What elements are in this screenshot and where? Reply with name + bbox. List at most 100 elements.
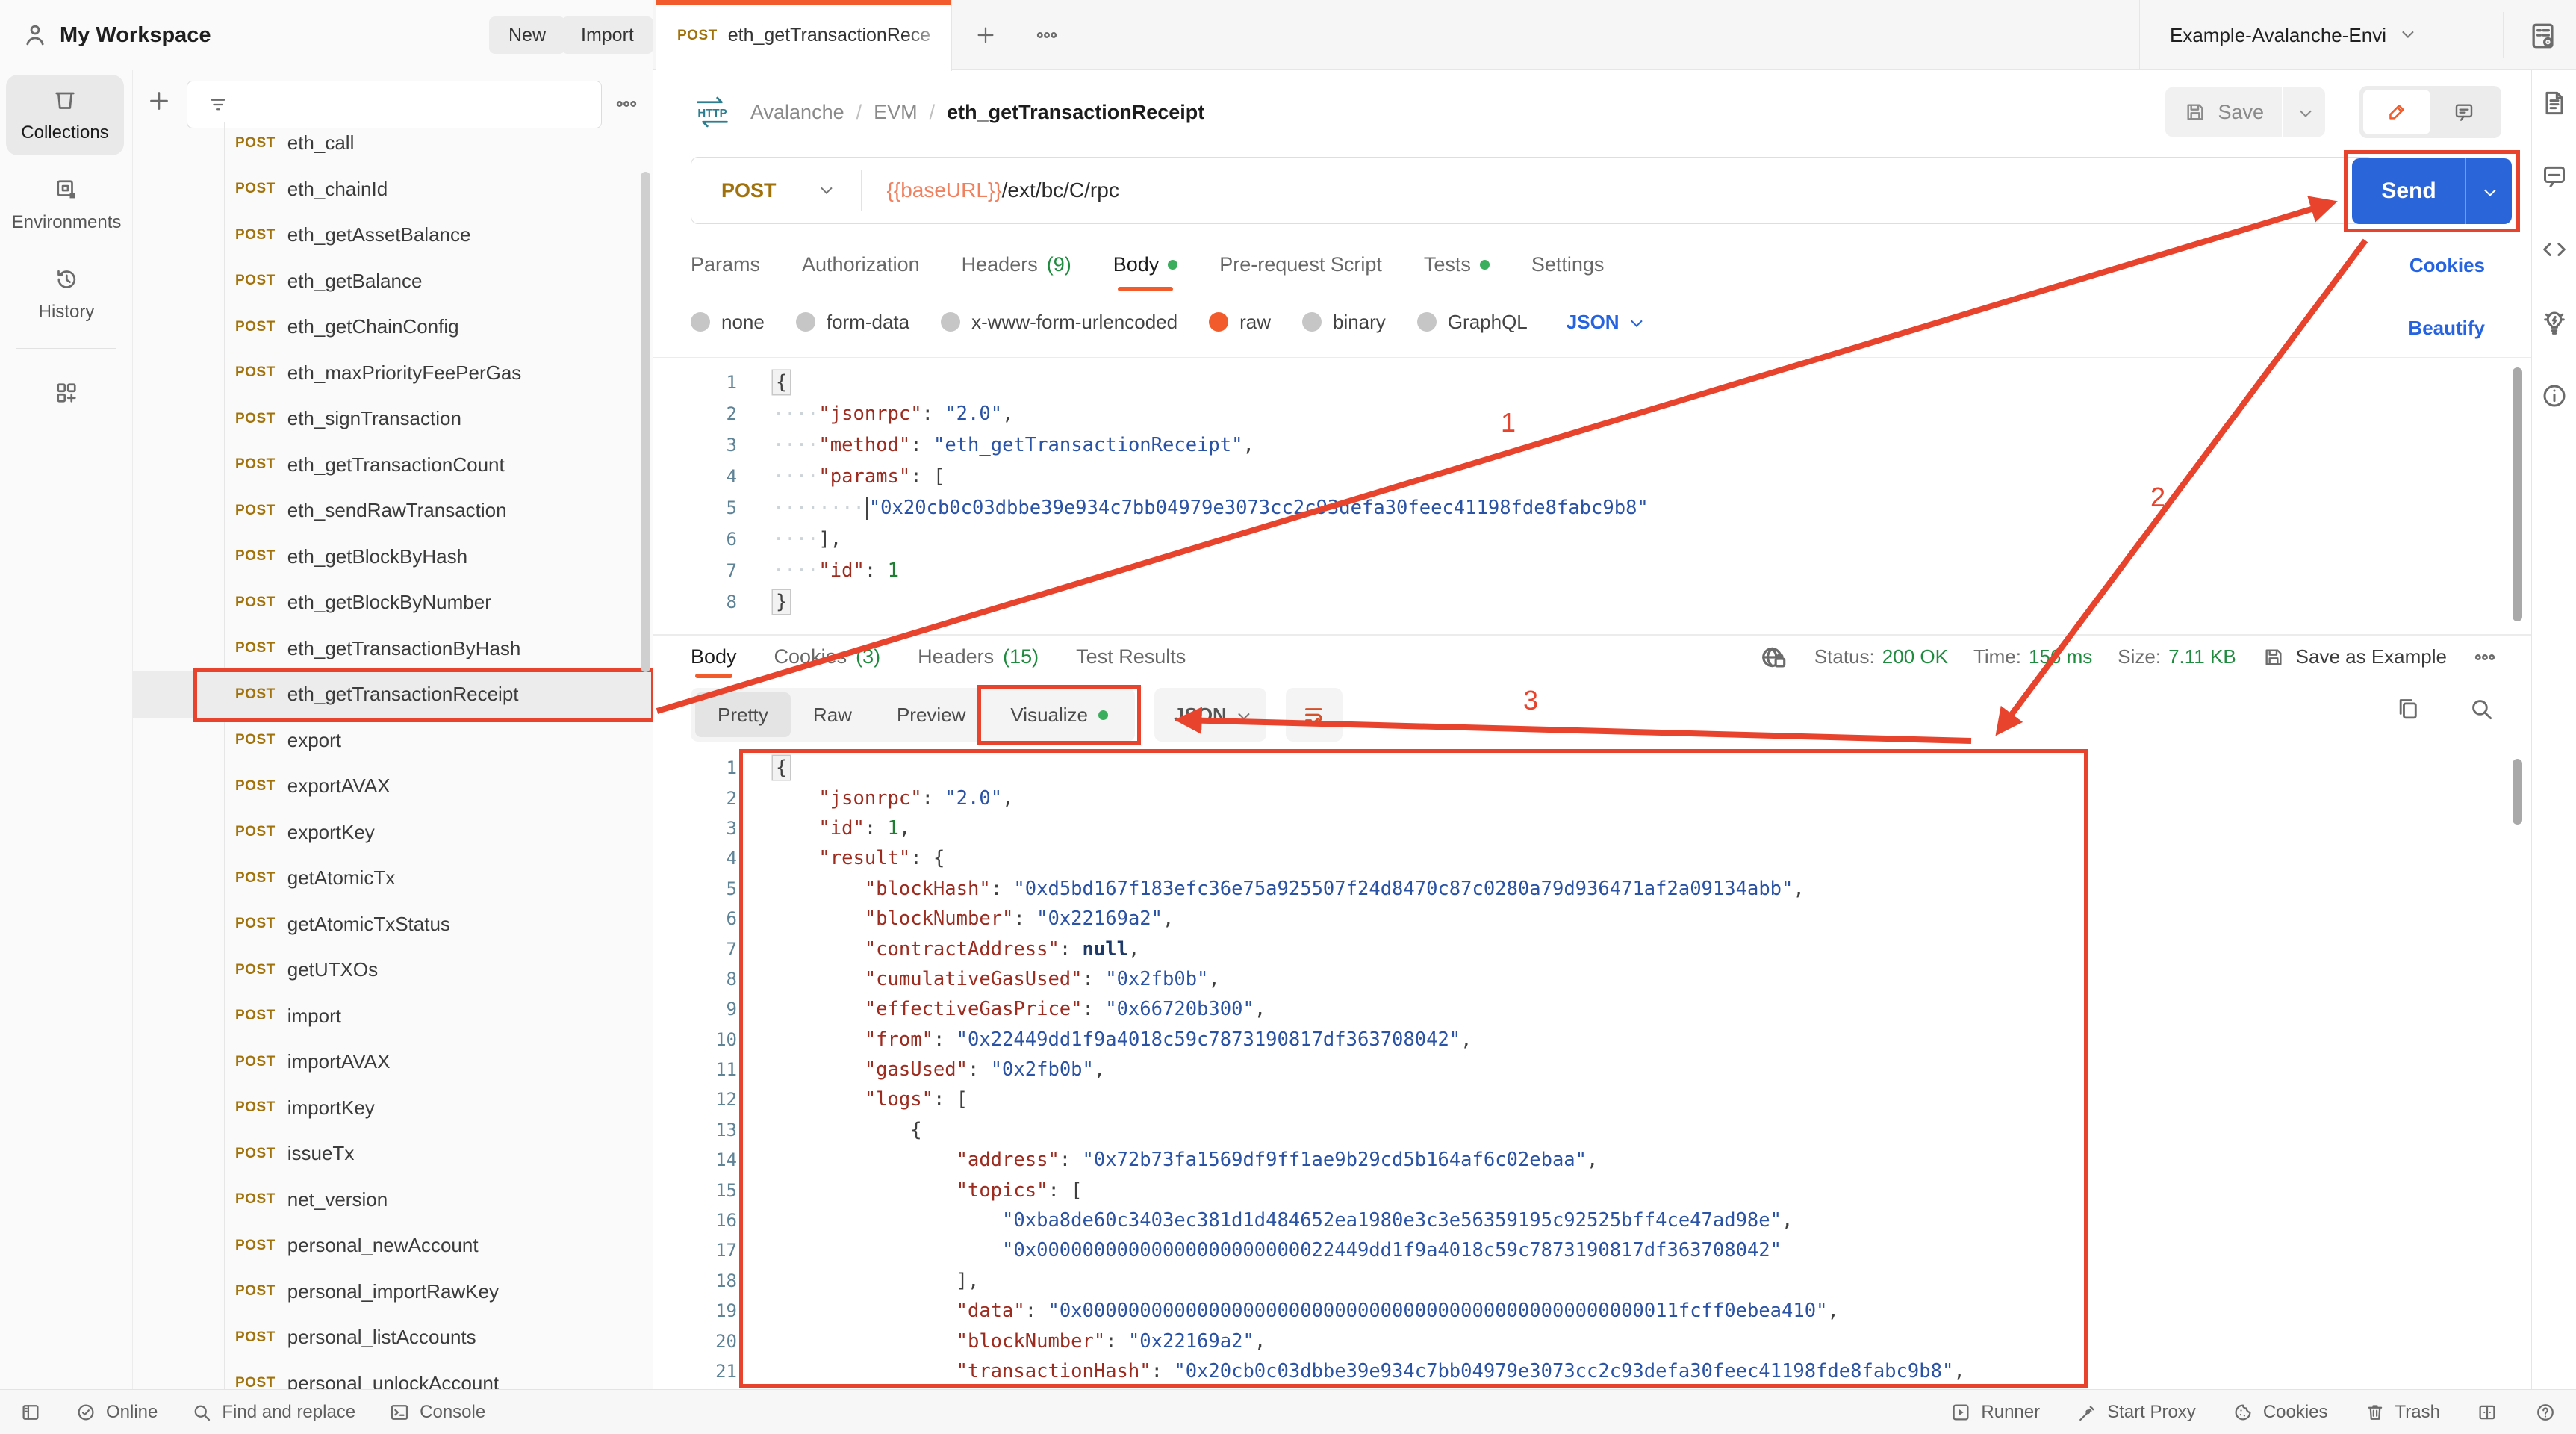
send-button[interactable]: Send bbox=[2352, 158, 2512, 224]
copy-icon[interactable] bbox=[2394, 695, 2422, 723]
add-tab-button[interactable] bbox=[971, 20, 1001, 50]
info-icon[interactable] bbox=[2539, 381, 2569, 411]
request-tab-params[interactable]: Params bbox=[691, 238, 760, 291]
response-format-select[interactable]: JSON bbox=[1154, 688, 1266, 742]
sidebar-request-issueTx[interactable]: POST issueTx bbox=[133, 1131, 653, 1177]
beautify-link[interactable]: Beautify bbox=[2408, 317, 2485, 340]
wrap-lines-button[interactable] bbox=[1285, 688, 1343, 742]
sidebar-request-eth_getBlockByHash[interactable]: POST eth_getBlockByHash bbox=[133, 534, 653, 580]
toggle-sidebar-icon[interactable] bbox=[19, 1401, 42, 1424]
sidebar-request-eth_getTransactionCount[interactable]: POST eth_getTransactionCount bbox=[133, 442, 653, 488]
response-tab-headers[interactable]: Headers (15) bbox=[918, 636, 1039, 678]
environment-selector[interactable]: Example-Avalanche-Environme bbox=[2170, 24, 2386, 47]
response-view-pretty[interactable]: Pretty bbox=[695, 692, 791, 737]
tab-eth-getTransactionReceipt[interactable]: POST eth_getTransactionRece bbox=[656, 0, 952, 71]
sidebar-request-eth_getBlockByNumber[interactable]: POST eth_getBlockByNumber bbox=[133, 580, 653, 626]
sidebar-request-personal_listAccounts[interactable]: POST personal_listAccounts bbox=[133, 1314, 653, 1361]
request-editor-scrollbar[interactable] bbox=[2513, 367, 2522, 621]
new-button[interactable]: New bbox=[489, 16, 566, 54]
url-input[interactable]: {{baseURL}}/ext/bc/C/rpc bbox=[887, 179, 1119, 202]
add-blocks-icon[interactable] bbox=[0, 379, 133, 406]
body-mode-binary[interactable]: binary bbox=[1301, 311, 1386, 334]
tab-options-icon[interactable] bbox=[1032, 20, 1062, 50]
save-as-example-button[interactable]: Save as Example bbox=[2262, 645, 2447, 669]
body-mode-graphql[interactable]: GraphQL bbox=[1416, 311, 1528, 334]
pm-lightbulb-icon[interactable] bbox=[2539, 308, 2569, 338]
sidebar-request-personal_unlockAccount[interactable]: POST personal_unlockAccount bbox=[133, 1361, 653, 1389]
find-and-replace[interactable]: Find and replace bbox=[190, 1401, 355, 1424]
sidebar-request-personal_importRawKey[interactable]: POST personal_importRawKey bbox=[133, 1269, 653, 1315]
trash-button[interactable]: Trash bbox=[2364, 1401, 2440, 1424]
request-tab-authorization[interactable]: Authorization bbox=[802, 238, 920, 291]
save-button[interactable]: Save bbox=[2165, 100, 2282, 124]
sidebar-scrollbar[interactable] bbox=[641, 172, 650, 672]
request-body-editor[interactable]: 1{2 ····"jsonrpc": "2.0", 3 ····"method": "… bbox=[653, 357, 2531, 635]
response-tab-test-results[interactable]: Test Results bbox=[1076, 636, 1186, 678]
response-tab-cookies[interactable]: Cookies (3) bbox=[774, 636, 881, 678]
response-body-editor[interactable]: 1{2 "jsonrpc": "2.0", 3 "id": 1, 4 "result": … bbox=[653, 750, 2531, 1389]
save-options-button[interactable] bbox=[2282, 87, 2325, 137]
response-options-icon[interactable] bbox=[2472, 645, 2498, 670]
sidebar-request-eth_getTransactionByHash[interactable]: POST eth_getTransactionByHash bbox=[133, 626, 653, 672]
runner-button[interactable]: Runner bbox=[1950, 1401, 2040, 1424]
sidebar-request-eth_signTransaction[interactable]: POST eth_signTransaction bbox=[133, 396, 653, 442]
sidebar-request-exportAVAX[interactable]: POST exportAVAX bbox=[133, 763, 653, 810]
add-request-icon[interactable] bbox=[146, 88, 172, 114]
environment-quick-look-icon[interactable] bbox=[2527, 19, 2560, 52]
body-mode-raw[interactable]: raw bbox=[1209, 311, 1271, 334]
sidebar-request-personal_newAccount[interactable]: POST personal_newAccount bbox=[133, 1223, 653, 1269]
breadcrumb-segment[interactable]: EVM bbox=[874, 101, 918, 124]
response-view-raw[interactable]: Raw bbox=[791, 692, 874, 737]
sidebar-request-eth_getBalance[interactable]: POST eth_getBalance bbox=[133, 258, 653, 305]
connection-status[interactable]: Online bbox=[75, 1401, 158, 1424]
help-icon[interactable] bbox=[2534, 1401, 2557, 1424]
sidebar-request-net_version[interactable]: POST net_version bbox=[133, 1177, 653, 1223]
response-view-visualize[interactable]: Visualize bbox=[977, 685, 1141, 745]
sidebar-request-eth_maxPriorityFeePerGas[interactable]: POST eth_maxPriorityFeePerGas bbox=[133, 350, 653, 397]
edit-mode-button[interactable] bbox=[2363, 90, 2430, 134]
sidebar-item-collections[interactable]: Collections bbox=[6, 75, 124, 155]
network-icon[interactable] bbox=[1758, 642, 1789, 673]
comment-mode-button[interactable] bbox=[2430, 90, 2498, 134]
sidebar-request-getUTXOs[interactable]: POST getUTXOs bbox=[133, 947, 653, 993]
search-icon[interactable] bbox=[2467, 695, 2495, 723]
sidebar-request-eth_getChainConfig[interactable]: POST eth_getChainConfig bbox=[133, 304, 653, 350]
sidebar-item-environments[interactable]: Environments bbox=[0, 176, 133, 233]
response-editor-scrollbar[interactable] bbox=[2513, 759, 2522, 825]
cookies-link[interactable]: Cookies bbox=[2409, 254, 2485, 277]
method-select[interactable]: POST bbox=[721, 179, 777, 202]
sidebar-item-history[interactable]: History bbox=[0, 266, 133, 323]
sidebar-request-export[interactable]: POST export bbox=[133, 718, 653, 764]
raw-language-select[interactable]: JSON bbox=[1567, 311, 1643, 334]
request-tab-pre-request-script[interactable]: Pre-request Script bbox=[1219, 238, 1382, 291]
import-button[interactable]: Import bbox=[561, 16, 653, 54]
sidebar-request-getAtomicTxStatus[interactable]: POST getAtomicTxStatus bbox=[133, 901, 653, 948]
sidebar-request-eth_getAssetBalance[interactable]: POST eth_getAssetBalance bbox=[133, 212, 653, 258]
sidebar-request-eth_chainId[interactable]: POST eth_chainId bbox=[133, 167, 653, 213]
sidebar-request-importAVAX[interactable]: POST importAVAX bbox=[133, 1039, 653, 1085]
request-tab-headers[interactable]: Headers (9) bbox=[962, 238, 1071, 291]
body-mode-x-www-form-urlencoded[interactable]: x-www-form-urlencoded bbox=[941, 311, 1177, 334]
breadcrumb-segment[interactable]: eth_getTransactionReceipt bbox=[947, 101, 1204, 124]
sidebar-request-eth_call[interactable]: POST eth_call bbox=[133, 120, 653, 167]
split-pane-icon[interactable] bbox=[2476, 1401, 2498, 1424]
request-tab-body[interactable]: Body bbox=[1113, 238, 1178, 291]
sidebar-request-exportKey[interactable]: POST exportKey bbox=[133, 810, 653, 856]
documentation-icon[interactable] bbox=[2539, 88, 2569, 118]
sidebar-request-eth_getTransactionReceipt[interactable]: POST eth_getTransactionReceipt bbox=[133, 668, 653, 721]
comments-icon[interactable] bbox=[2539, 161, 2569, 191]
sidebar-request-eth_sendRawTransaction[interactable]: POST eth_sendRawTransaction bbox=[133, 488, 653, 534]
body-mode-form-data[interactable]: form-data bbox=[795, 311, 909, 334]
send-options-button[interactable] bbox=[2465, 158, 2512, 224]
body-mode-none[interactable]: none bbox=[691, 311, 765, 334]
request-tab-tests[interactable]: Tests bbox=[1424, 238, 1490, 291]
response-tab-body[interactable]: Body bbox=[691, 636, 737, 678]
breadcrumb[interactable]: Avalanche / EVM / eth_getTransactionReceipt bbox=[750, 101, 1204, 124]
code-icon[interactable] bbox=[2539, 235, 2569, 264]
console-button[interactable]: Console bbox=[388, 1401, 485, 1424]
workspace-title[interactable]: My Workspace bbox=[60, 23, 211, 48]
sidebar-request-getAtomicTx[interactable]: POST getAtomicTx bbox=[133, 855, 653, 901]
sidebar-request-importKey[interactable]: POST importKey bbox=[133, 1085, 653, 1132]
breadcrumb-segment[interactable]: Avalanche bbox=[750, 101, 844, 124]
sidebar-options-icon[interactable] bbox=[614, 91, 639, 117]
